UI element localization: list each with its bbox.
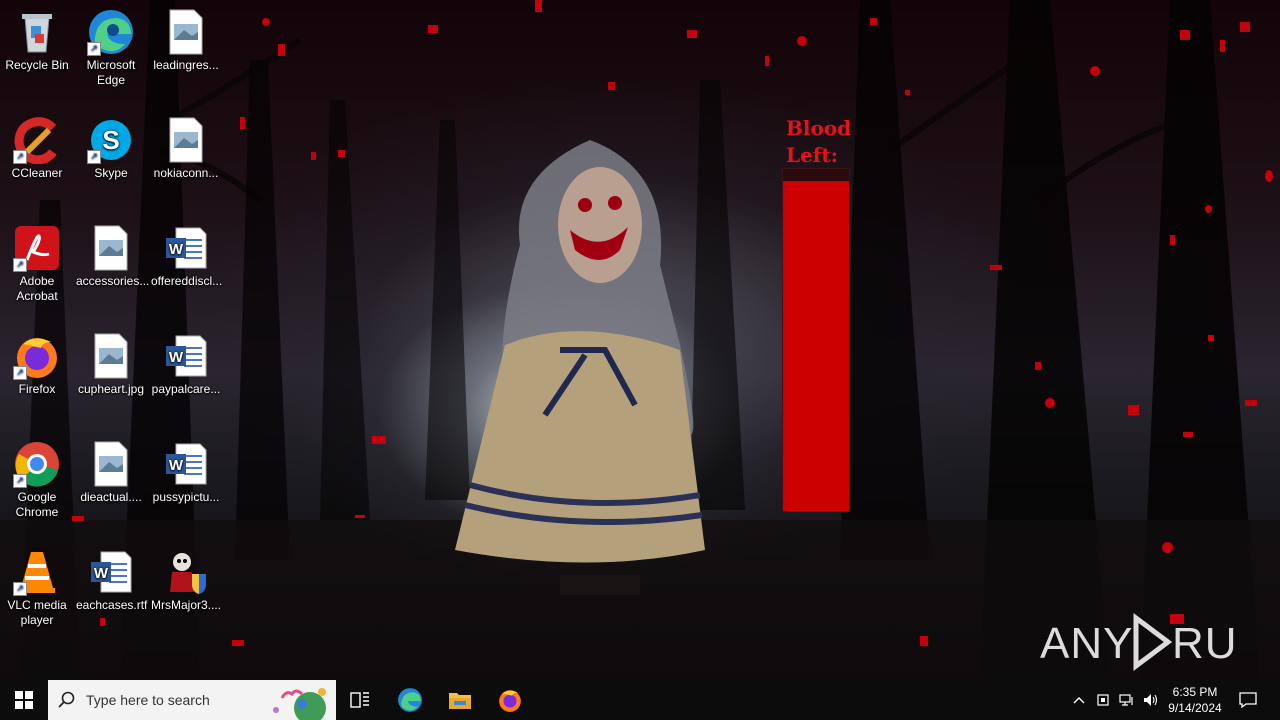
- icon-label: nokiaconn...: [153, 166, 219, 180]
- taskbar-edge[interactable]: [390, 680, 430, 720]
- notification-center-button[interactable]: [1232, 680, 1264, 720]
- icon-label: eachcases.rtf: [76, 598, 148, 612]
- desktop-icon-chrome[interactable]: ↗ Google Chrome: [2, 440, 72, 520]
- anyrun-watermark: ANY RUN: [1040, 612, 1269, 672]
- icon-label: accessories...: [76, 274, 150, 288]
- blood-meter-fill: [783, 180, 849, 511]
- skype-icon: S ↗: [87, 116, 135, 164]
- icon-label: Adobe Acrobat: [16, 274, 58, 303]
- edge-icon: [398, 688, 422, 712]
- desktop-icon-dieactual[interactable]: dieactual....: [76, 440, 146, 505]
- image-file-icon: [87, 332, 135, 380]
- image-file-icon: [162, 116, 210, 164]
- svg-text:RUN: RUN: [1172, 619, 1240, 668]
- taskbar-firefox[interactable]: [490, 680, 530, 720]
- tray-network-button[interactable]: [1116, 680, 1138, 720]
- icon-label: CCleaner: [11, 166, 63, 180]
- icon-label: paypalcare...: [151, 382, 221, 396]
- anyrun-logo: ANY RUN: [1040, 613, 1269, 671]
- ccleaner-icon: ↗: [13, 116, 61, 165]
- image-file-icon: [162, 8, 210, 56]
- desktop-icon-firefox[interactable]: ↗ Firefox: [2, 332, 72, 397]
- desktop-icon-skype[interactable]: S ↗ Skype: [76, 116, 146, 181]
- vlc-icon: ↗: [13, 548, 61, 596]
- firefox-icon: ↗: [13, 332, 61, 380]
- desktop-icon-mrsmajor[interactable]: MrsMajor3....: [151, 548, 221, 613]
- device-icon: [1097, 694, 1109, 706]
- desktop-icon-acrobat[interactable]: ↗ Adobe Acrobat: [2, 224, 72, 304]
- icon-label: Microsoft Edge: [86, 58, 136, 87]
- taskbar-clock[interactable]: 6:35 PM 9/14/2024: [1160, 684, 1230, 716]
- search-highlight-icon: [273, 688, 326, 720]
- image-file-icon: [87, 224, 135, 272]
- desktop-icon-ccleaner[interactable]: ↗ CCleaner: [2, 116, 72, 181]
- word-doc-icon: W: [162, 440, 210, 488]
- desktop-icon-offereddiscl[interactable]: W offereddiscl...: [151, 224, 223, 289]
- recycle-bin-icon: [13, 8, 61, 56]
- taskbar-file-explorer[interactable]: [440, 680, 480, 720]
- svg-text:S: S: [102, 125, 119, 155]
- icon-label: pussypictu...: [152, 490, 220, 504]
- start-button[interactable]: [0, 680, 48, 720]
- windows-logo-icon: [15, 691, 33, 709]
- search-placeholder: Type here to search: [86, 692, 210, 708]
- desktop-wallpaper: Recycle Bin ↗ Microsoft Edge leadingres.…: [0, 0, 1280, 680]
- desktop-icon-accessories[interactable]: accessories...: [76, 224, 150, 289]
- desktop-icon-nokiaconn[interactable]: nokiaconn...: [151, 116, 221, 181]
- icon-label: cupheart.jpg: [77, 382, 145, 396]
- desktop-icon-edge[interactable]: ↗ Microsoft Edge: [76, 8, 146, 88]
- word-doc-icon: W: [87, 548, 135, 596]
- icon-label: Firefox: [18, 382, 56, 396]
- show-hidden-icons-button[interactable]: [1068, 680, 1090, 720]
- icon-label: Google Chrome: [15, 490, 59, 519]
- word-doc-icon: W: [162, 224, 210, 272]
- chrome-icon: ↗: [13, 440, 61, 488]
- taskbar-search-box[interactable]: Type here to search: [48, 680, 336, 720]
- task-view-button[interactable]: [340, 680, 380, 720]
- skull-shield-icon: [162, 548, 210, 596]
- word-doc-icon: W: [162, 332, 210, 380]
- firefox-icon: [499, 690, 521, 712]
- acrobat-icon: ↗: [13, 224, 61, 272]
- desktop-icon-recycle-bin[interactable]: Recycle Bin: [2, 8, 72, 73]
- tray-volume-button[interactable]: [1140, 680, 1162, 720]
- desktop-icon-vlc[interactable]: ↗ VLC media player: [2, 548, 72, 628]
- image-file-icon: [87, 440, 135, 488]
- clock-time: 6:35 PM: [1172, 685, 1218, 699]
- clock-date: 9/14/2024: [1168, 701, 1222, 715]
- svg-text:W: W: [94, 565, 109, 582]
- notification-icon: [1239, 692, 1257, 708]
- doll-figure: [455, 140, 705, 595]
- search-icon: [58, 691, 75, 708]
- desktop-icon-pussypictu[interactable]: W pussypictu...: [151, 440, 221, 505]
- blood-meter-label: Blood Left:: [786, 116, 852, 167]
- icon-label: Skype: [94, 166, 128, 180]
- folder-icon: [449, 693, 471, 709]
- icon-label: Recycle Bin: [5, 58, 69, 72]
- volume-icon: [1144, 694, 1158, 706]
- desktop-icon-cupheart[interactable]: cupheart.jpg: [76, 332, 146, 397]
- edge-icon: ↗: [87, 8, 135, 56]
- task-view-icon: [350, 692, 369, 708]
- svg-text:W: W: [169, 349, 184, 366]
- icon-label: leadingres...: [153, 58, 219, 72]
- icon-label: dieactual....: [80, 490, 142, 504]
- tray-device-button[interactable]: [1093, 680, 1113, 720]
- icon-label: offereddiscl...: [151, 274, 223, 288]
- desktop-icon-paypalcare[interactable]: W paypalcare...: [151, 332, 221, 397]
- chevron-up-icon: [1073, 697, 1085, 704]
- icon-label: MrsMajor3....: [151, 598, 222, 612]
- svg-text:W: W: [169, 457, 184, 474]
- svg-text:W: W: [169, 241, 184, 258]
- icon-label: VLC media player: [7, 598, 67, 627]
- desktop-icon-leadingres[interactable]: leadingres...: [151, 8, 221, 73]
- desktop-icon-eachcases[interactable]: W eachcases.rtf: [76, 548, 148, 613]
- blood-meter: [782, 168, 850, 512]
- network-icon: [1119, 694, 1133, 706]
- svg-text:ANY: ANY: [1040, 619, 1133, 668]
